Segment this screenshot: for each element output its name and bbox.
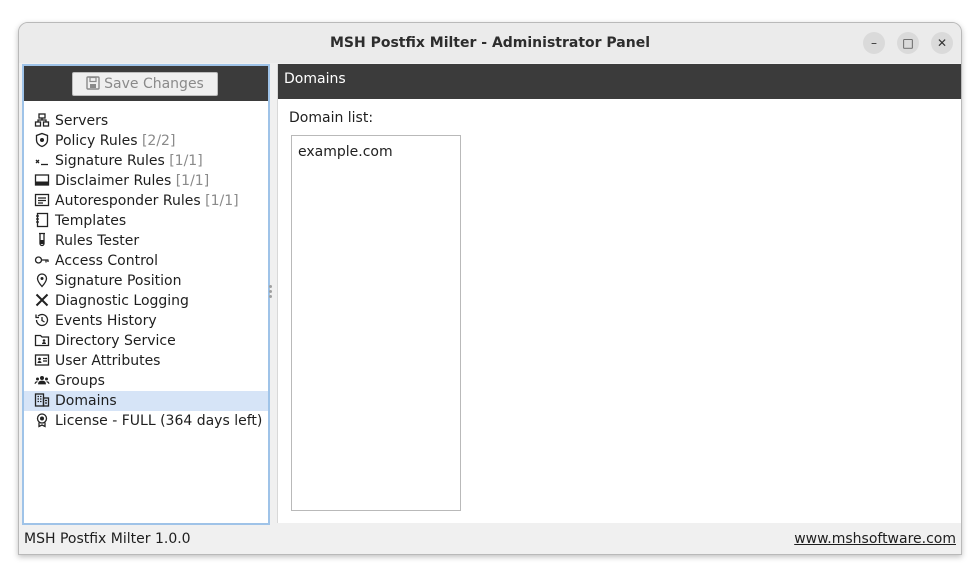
groups-icon [34, 376, 50, 385]
sidebar-item-label: Diagnostic Logging [55, 293, 189, 309]
shield-icon [35, 132, 49, 148]
id-card-icon [34, 354, 50, 366]
sidebar-item-label: Servers [55, 113, 109, 129]
folder-user-icon [34, 334, 50, 347]
list-item[interactable]: example.com [292, 142, 460, 162]
sidebar-item-access-control[interactable]: Access Control [24, 251, 268, 271]
save-changes-label: Save Changes [104, 76, 204, 92]
main-panel: Domains Domain list: example.com [277, 64, 961, 523]
nav-list: Servers Policy Rules [2/2] Signature Rul… [24, 111, 268, 431]
signature-icon [35, 159, 48, 166]
sidebar-item-label: User Attributes [55, 353, 161, 369]
panel-splitter-handle[interactable] [269, 285, 272, 305]
sidebar-item-label: Access Control [55, 253, 158, 269]
sidebar-item-label: Autoresponder Rules [55, 193, 201, 209]
sidebar-item-label: Templates [55, 213, 127, 229]
sidebar-header: Save Changes [24, 66, 268, 101]
sidebar-item-signature-rules[interactable]: Signature Rules [1/1] [24, 151, 268, 171]
test-tube-icon [39, 232, 45, 247]
sidebar-item-directory-service[interactable]: Directory Service [24, 331, 268, 351]
sidebar-item-signature-position[interactable]: Signature Position [24, 271, 268, 291]
key-icon [34, 256, 49, 264]
autoresponder-icon [34, 193, 50, 207]
sidebar-item-label: Signature Position [55, 273, 182, 289]
sidebar-item-label: Directory Service [55, 333, 176, 349]
sidebar-item-label: Domains [55, 393, 117, 409]
building-icon [34, 393, 50, 407]
website-link[interactable]: www.mshsoftware.com [794, 531, 956, 547]
rule-count: [1/1] [205, 193, 239, 209]
sidebar-item-disclaimer-rules[interactable]: Disclaimer Rules [1/1] [24, 171, 268, 191]
sidebar-item-user-attributes[interactable]: User Attributes [24, 351, 268, 371]
page-title: Domains [278, 64, 961, 99]
sidebar-item-label: Rules Tester [55, 233, 140, 249]
sidebar-item-label: Policy Rules [55, 133, 138, 149]
rule-count: [1/1] [169, 153, 203, 169]
rule-count: [1/1] [175, 173, 210, 189]
rule-count: [2/2] [141, 133, 176, 149]
sidebar-item-autoresponder-rules[interactable]: Autoresponder Rules [1/1] [24, 191, 268, 211]
sidebar-item-label: License - FULL (364 days left) [55, 413, 263, 429]
templates-icon [36, 212, 49, 228]
save-icon [86, 76, 100, 90]
sidebar-item-diagnostic-logging[interactable]: Diagnostic Logging [24, 291, 268, 311]
sidebar-item-label: Signature Rules [55, 153, 165, 169]
award-icon [36, 413, 48, 428]
history-icon [35, 313, 49, 327]
servers-icon [34, 113, 50, 127]
window-title: MSH Postfix Milter - Administrator Panel [329, 35, 651, 51]
sidebar-item-templates[interactable]: Templates [24, 211, 268, 231]
domain-list[interactable]: example.com [291, 135, 461, 511]
title-bar[interactable]: MSH Postfix Milter - Administrator Panel… [19, 23, 961, 63]
sidebar-item-rules-tester[interactable]: Rules Tester [24, 231, 268, 251]
maximize-button[interactable]: □ [897, 32, 919, 54]
domain-list-label: Domain list: [289, 110, 374, 126]
sidebar-item-policy-rules[interactable]: Policy Rules [2/2] [24, 131, 268, 151]
save-changes-button[interactable]: Save Changes [72, 72, 218, 96]
sidebar-item-label: Events History [55, 313, 157, 329]
sidebar-item-groups[interactable]: Groups [24, 371, 268, 391]
sidebar-item-license[interactable]: License - FULL (364 days left) [24, 411, 268, 431]
sidebar-item-events-history[interactable]: Events History [24, 311, 268, 331]
tools-icon [35, 293, 49, 307]
close-button[interactable]: ✕ [931, 32, 953, 54]
disclaimer-icon [34, 174, 50, 186]
app-window: MSH Postfix Milter - Administrator Panel… [18, 22, 962, 555]
location-pin-icon [36, 273, 48, 288]
sidebar-item-label: Disclaimer Rules [55, 173, 172, 189]
sidebar: Save Changes Servers Policy Rules [2/2] … [22, 64, 270, 525]
sidebar-item-domains[interactable]: Domains [24, 391, 268, 411]
sidebar-item-label: Groups [55, 373, 105, 389]
status-bar: MSH Postfix Milter 1.0.0 www.mshsoftware… [19, 525, 961, 554]
sidebar-item-servers[interactable]: Servers [24, 111, 268, 131]
version-label: MSH Postfix Milter 1.0.0 [24, 531, 191, 547]
minimize-button[interactable]: – [863, 32, 885, 54]
